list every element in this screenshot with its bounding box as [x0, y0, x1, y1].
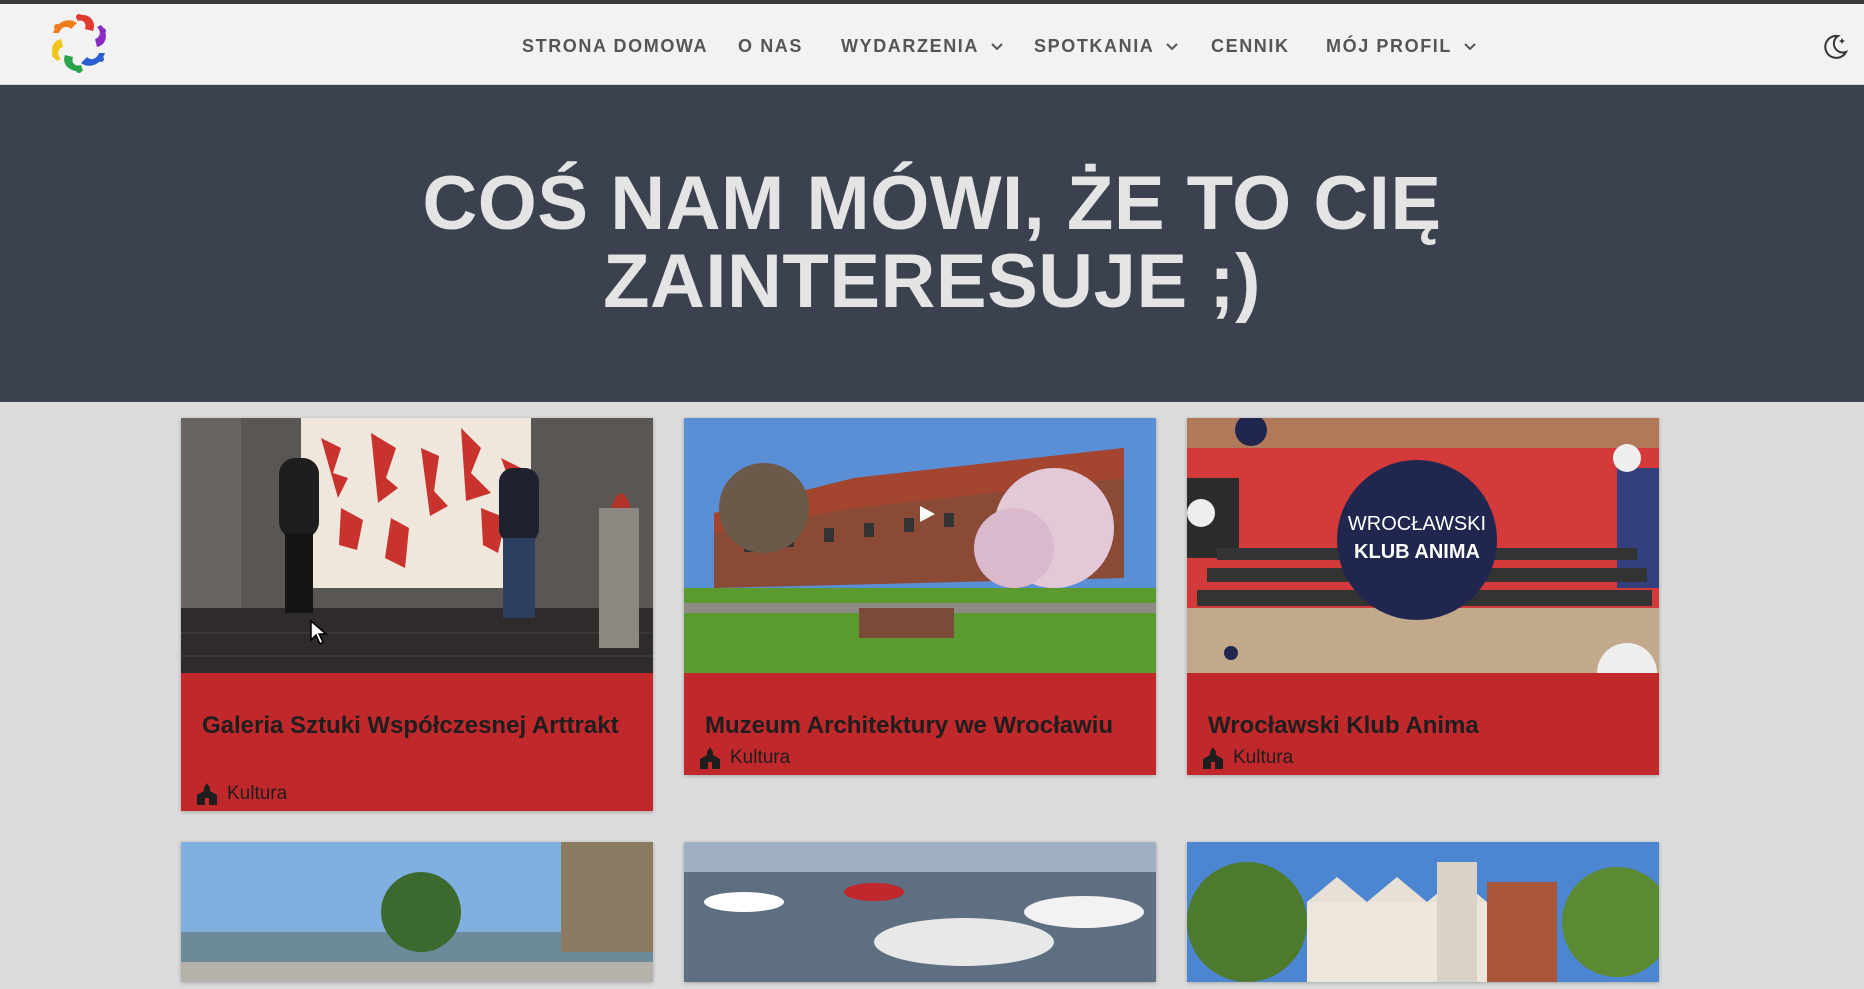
navbar: STRONA DOMOWA O NAS WYDARZENIA SPOTKANIA… — [0, 4, 1864, 85]
venue-title: Muzeum Architektury we Wrocławiu — [705, 712, 1114, 739]
chevron-down-icon — [1464, 43, 1477, 51]
main-navigation: STRONA DOMOWA O NAS WYDARZENIA SPOTKANIA… — [0, 4, 1864, 84]
hero-line-1: COŚ NAM MÓWI, ŻE TO CIĘ — [422, 161, 1442, 246]
venue-card[interactable]: Galeria Sztuki Współczesnej Arttrakt Kul… — [181, 418, 653, 811]
nav-label: WYDARZENIA — [841, 36, 979, 56]
nav-o-nas[interactable]: O NAS — [738, 34, 803, 58]
nav-label: STRONA DOMOWA — [522, 36, 709, 56]
nav-label: O NAS — [738, 36, 804, 56]
venue-title: Galeria Sztuki Współczesnej Arttrakt — [202, 712, 619, 739]
venue-card[interactable]: Muzeum Architektury we Wrocławiu Kultura — [684, 418, 1156, 775]
chevron-down-icon — [1166, 43, 1179, 51]
building-icon — [1203, 747, 1223, 769]
nav-strona-domowa[interactable]: STRONA DOMOWA — [522, 34, 708, 58]
chevron-down-icon — [991, 43, 1003, 51]
nav-label: MÓJ PROFIL — [1326, 36, 1452, 56]
venue-category-label: Kultura — [1233, 747, 1294, 768]
venue-card[interactable] — [1187, 842, 1659, 982]
nav-cennik[interactable]: CENNIK — [1211, 34, 1290, 58]
venue-card[interactable] — [684, 842, 1156, 982]
venue-image-castle — [1187, 842, 1659, 982]
venue-image-marina — [684, 842, 1156, 982]
venue-category-label: Kultura — [227, 783, 288, 804]
nav-spotkania[interactable]: SPOTKANIA — [1034, 34, 1179, 58]
klub-anima-image-text: KLUB ANIMA — [1354, 541, 1480, 563]
hero-heading: COŚ NAM MÓWI, ŻE TO CIĘ ZAINTERESUJE ;) — [0, 165, 1864, 321]
venue-image-river — [181, 842, 653, 982]
moon-icon[interactable] — [1820, 32, 1850, 62]
building-icon — [700, 747, 720, 769]
nav-label: SPOTKANIA — [1034, 36, 1154, 56]
nav-wydarzenia[interactable]: WYDARZENIA — [841, 34, 1003, 58]
building-icon — [197, 783, 217, 805]
venue-category-label: Kultura — [730, 747, 791, 768]
hero-line-2: ZAINTERESUJE ;) — [603, 239, 1261, 324]
venue-image-museum — [684, 418, 1156, 673]
venue-image-gallery — [181, 418, 653, 673]
venue-card[interactable] — [181, 842, 653, 982]
nav-moj-profil[interactable]: MÓJ PROFIL — [1326, 34, 1477, 58]
venue-card[interactable]: WROCŁAWSKI KLUB ANIMA Wrocławski Klub An… — [1187, 418, 1659, 775]
nav-label: CENNIK — [1211, 36, 1290, 56]
venue-title: Wrocławski Klub Anima — [1208, 712, 1479, 739]
klub-anima-image-text: WROCŁAWSKI — [1348, 513, 1486, 535]
hero-banner: COŚ NAM MÓWI, ŻE TO CIĘ ZAINTERESUJE ;) — [0, 85, 1864, 402]
mouse-cursor-icon — [310, 620, 328, 646]
venue-image-klub-anima: WROCŁAWSKI KLUB ANIMA — [1187, 418, 1659, 673]
